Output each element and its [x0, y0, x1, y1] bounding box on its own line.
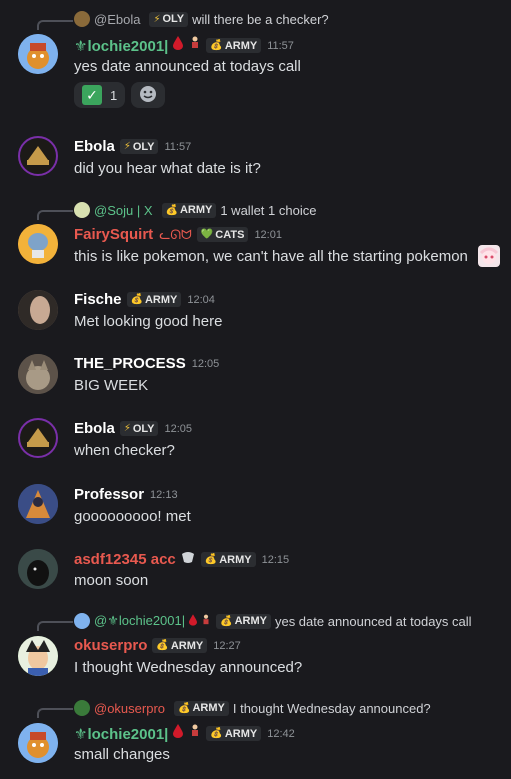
timestamp: 11:57 — [164, 140, 192, 153]
role-tag: 💰 ARMY — [216, 613, 271, 629]
timestamp: 12:42 — [267, 727, 295, 740]
reply-preview[interactable]: @⚜lochie2001| 💰 ARMY yes date announced a… — [74, 613, 472, 629]
author-name[interactable]: THE_PROCESS — [74, 355, 186, 372]
avatar[interactable] — [18, 484, 58, 524]
money-bag-icon: 💰 — [204, 554, 218, 565]
role-tag: 💚 CATS — [196, 227, 249, 242]
timestamp: 12:15 — [261, 553, 290, 566]
message-text: gooooooooo! met — [74, 508, 191, 525]
blood-drop-icon — [173, 36, 184, 55]
anime-emoji-icon — [478, 245, 500, 267]
timestamp: 11:57 — [267, 39, 294, 52]
message-text: did you hear what date is it? — [74, 160, 261, 177]
reply-avatar — [74, 11, 90, 27]
money-bag-icon: 💰 — [210, 40, 223, 51]
reply-avatar — [74, 202, 90, 218]
money-bag-icon: 💰 — [178, 702, 191, 714]
lightning-icon: ⚡ — [123, 141, 131, 152]
blood-drop-icon — [173, 724, 184, 743]
author-name[interactable]: okuserpro — [74, 637, 147, 654]
timestamp: 12:27 — [213, 639, 241, 652]
reply-text: I thought Wednesday announced? — [232, 700, 431, 716]
reply-preview[interactable]: @Soju | X 💰 ARMY 1 wallet 1 choice — [74, 202, 316, 218]
blood-drop-icon — [189, 613, 198, 629]
message-text: Met looking good here — [74, 313, 223, 330]
avatar[interactable] — [18, 290, 58, 330]
avatar[interactable] — [18, 723, 58, 763]
role-tag: 💰 ARMY — [152, 638, 208, 653]
message-text: I thought Wednesday announced? — [74, 659, 303, 676]
author-name[interactable]: Ebola — [74, 138, 115, 155]
avatar[interactable] — [18, 34, 58, 74]
green-heart-icon: 💚 — [200, 229, 214, 240]
timestamp: 12:04 — [187, 293, 215, 306]
timestamp: 12:01 — [254, 228, 282, 241]
avatar[interactable] — [18, 224, 58, 264]
figure-icon — [189, 36, 201, 55]
role-tag: 💰 ARMY — [161, 202, 217, 218]
reply-text: will there be a checker? — [192, 11, 329, 27]
author-name[interactable]: Ebola — [74, 420, 115, 437]
author-name[interactable]: Fische — [74, 291, 122, 308]
reply-text: 1 wallet 1 choice — [220, 202, 317, 218]
figure-icon — [189, 724, 201, 743]
avatar[interactable] — [18, 354, 58, 394]
message-text: moon soon — [74, 572, 149, 589]
message-text: this is like pokemon, we can't have all … — [74, 248, 468, 265]
role-tag: ⚡ OLY — [119, 139, 159, 154]
timestamp: 12:05 — [164, 422, 193, 435]
add-reaction-button[interactable] — [131, 82, 166, 108]
check-icon: ✓ — [82, 85, 102, 105]
reply-author[interactable]: @Ebola — [94, 12, 140, 27]
timestamp: 12:05 — [191, 357, 220, 370]
badge-icon — [180, 550, 196, 569]
money-bag-icon: 💰 — [165, 204, 178, 216]
message-text: small changes — [74, 746, 170, 763]
author-name[interactable]: FairySquirt — [74, 226, 153, 243]
role-tag: ⚡ OLY — [119, 421, 159, 436]
role-tag: 💰 ARMY — [126, 292, 182, 307]
message-text: when checker? — [74, 442, 175, 459]
author-name[interactable]: ⚜lochie2001| — [74, 725, 168, 743]
figure-icon — [201, 614, 211, 629]
lightning-icon: ⚡ — [153, 13, 161, 25]
role-tag: 💰 ARMY — [174, 700, 229, 716]
role-tag: 💰 ARMY — [206, 38, 262, 53]
reply-author[interactable]: @Soju | X — [94, 203, 153, 218]
author-name[interactable]: Professor — [74, 486, 144, 503]
lightning-icon: ⚡ — [123, 423, 131, 434]
avatar[interactable] — [18, 636, 58, 676]
money-bag-icon: 💰 — [210, 728, 223, 739]
avatar[interactable] — [18, 549, 58, 589]
author-name[interactable]: asdf12345 acc — [74, 551, 176, 568]
role-tag: 💰 ARMY — [206, 726, 262, 741]
reply-text: yes date announced at todays call — [274, 613, 472, 629]
money-bag-icon: 💰 — [220, 615, 233, 627]
timestamp: 12:13 — [150, 488, 178, 501]
message-text: BIG WEEK — [74, 377, 149, 394]
money-bag-icon: 💰 — [130, 294, 143, 305]
avatar[interactable] — [18, 418, 58, 458]
reply-avatar — [74, 700, 90, 716]
message-text: yes date announced at todays call — [74, 58, 301, 75]
reply-avatar — [74, 613, 90, 629]
role-tag: 💰 ARMY — [200, 552, 256, 567]
reply-author[interactable]: @okuserpro — [94, 701, 165, 716]
author-suffix: ᓚᘏᗢ — [159, 226, 192, 242]
reply-preview[interactable]: @okuserpro 💰 ARMY I thought Wednesday ann… — [74, 700, 431, 716]
reply-preview[interactable]: @Ebola ⚡ OLY will there be a checker? — [74, 11, 329, 27]
smiley-icon — [139, 85, 157, 106]
reply-author[interactable]: @⚜lochie2001| — [94, 613, 185, 629]
avatar[interactable] — [18, 136, 58, 176]
reaction-check[interactable]: ✓ 1 — [74, 82, 126, 108]
reaction-count: 1 — [110, 87, 118, 103]
role-tag: ⚡ OLY — [149, 11, 189, 27]
money-bag-icon: 💰 — [156, 640, 169, 651]
author-name[interactable]: ⚜lochie2001| — [74, 37, 168, 55]
